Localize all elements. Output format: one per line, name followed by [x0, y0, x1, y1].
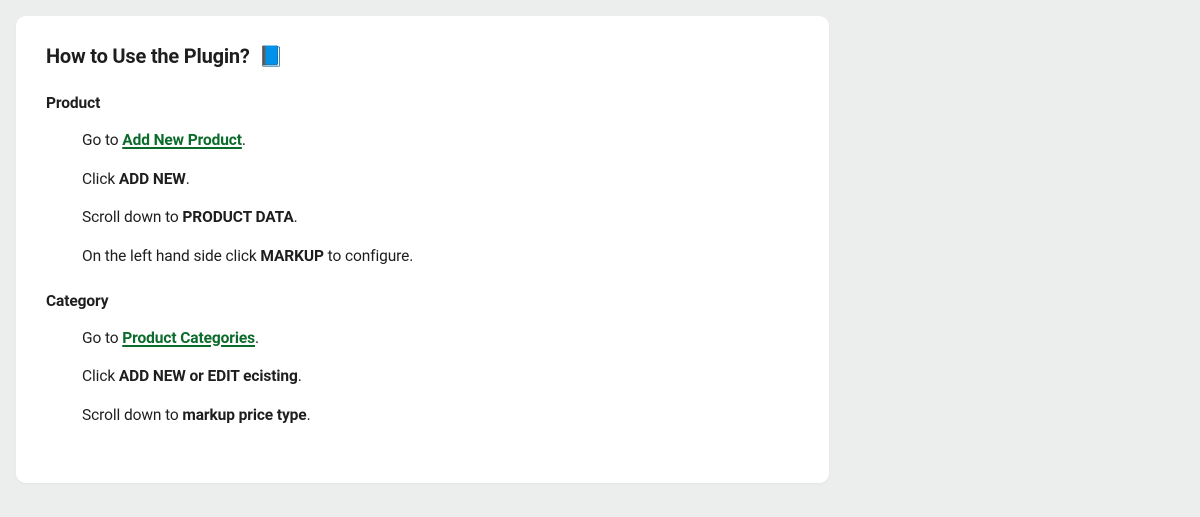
step-text: .	[255, 329, 259, 347]
step-text: .	[294, 208, 298, 226]
steps-category: Go to Product Categories. Click ADD NEW …	[46, 328, 799, 427]
step-bold: MARKUP	[260, 247, 324, 265]
step-bold: ADD NEW or EDIT ecisting	[119, 367, 298, 385]
card-title: How to Use the Plugin? 📘	[46, 44, 799, 68]
step-text: .	[186, 170, 190, 188]
step-text: On the left hand side click	[82, 247, 260, 265]
step-text: to configure.	[324, 247, 413, 265]
list-item: Go to Product Categories.	[82, 328, 799, 350]
step-text: Scroll down to	[82, 208, 182, 226]
section-product: Product Go to Add New Product. Click ADD…	[46, 94, 799, 268]
step-bold: markup price type	[182, 406, 306, 424]
list-item: Click ADD NEW.	[82, 169, 799, 191]
step-text: Go to	[82, 131, 122, 149]
card-title-text: How to Use the Plugin?	[46, 44, 250, 68]
step-text: Click	[82, 367, 119, 385]
list-item: Click ADD NEW or EDIT ecisting.	[82, 366, 799, 388]
step-text: .	[298, 367, 302, 385]
list-item: Scroll down to markup price type.	[82, 405, 799, 427]
link-product-categories[interactable]: Product Categories	[122, 329, 255, 347]
section-category: Category Go to Product Categories. Click…	[46, 292, 799, 427]
step-text: Scroll down to	[82, 406, 182, 424]
link-add-new-product[interactable]: Add New Product	[122, 131, 242, 149]
book-icon: 📘	[259, 44, 284, 68]
list-item: Go to Add New Product.	[82, 130, 799, 152]
step-text: Click	[82, 170, 119, 188]
steps-product: Go to Add New Product. Click ADD NEW. Sc…	[46, 130, 799, 268]
help-card: How to Use the Plugin? 📘 Product Go to A…	[16, 16, 829, 483]
section-heading-product: Product	[46, 94, 799, 112]
step-text: .	[242, 131, 246, 149]
list-item: Scroll down to PRODUCT DATA.	[82, 207, 799, 229]
list-item: On the left hand side click MARKUP to co…	[82, 246, 799, 268]
section-heading-category: Category	[46, 292, 799, 310]
step-bold: PRODUCT DATA	[182, 208, 293, 226]
step-text: .	[307, 406, 311, 424]
step-text: Go to	[82, 329, 122, 347]
step-bold: ADD NEW	[119, 170, 186, 188]
